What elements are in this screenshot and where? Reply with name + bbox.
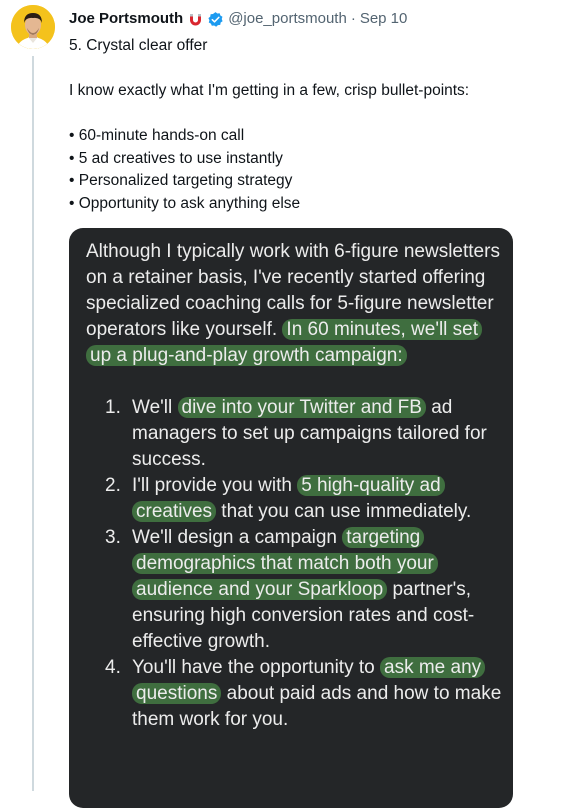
tweet-bullet: • Personalized targeting strategy bbox=[69, 172, 293, 189]
thread-connector-line bbox=[32, 56, 34, 791]
image-text-block: Although I typically work with 6-figure … bbox=[86, 239, 504, 733]
tweet-bullet: • Opportunity to ask anything else bbox=[69, 194, 301, 212]
tweet-bullet: • 60-minute hands-on call bbox=[69, 127, 245, 144]
list-number: 1. bbox=[105, 397, 121, 418]
attached-image[interactable]: Although I typically work with 6-figure … bbox=[69, 228, 513, 808]
tweet-date[interactable]: Sep 10 bbox=[360, 9, 408, 29]
item-text: that you can use immediately. bbox=[216, 501, 472, 522]
author-handle[interactable]: @joe_portsmouth bbox=[228, 9, 347, 29]
tweet-bullet: • 5 ad creatives to use instantly bbox=[69, 149, 283, 167]
image-numbered-list: 1. We'll dive into your Twitter and FB ad… bbox=[86, 395, 504, 733]
item-text: You'll have the opportunity to bbox=[132, 657, 380, 678]
tweet-text: 5. Crystal clear offer I know exactly wh… bbox=[69, 35, 549, 215]
tweet-heading: 5. Crystal clear offer bbox=[69, 37, 208, 54]
list-number: 4. bbox=[105, 657, 121, 678]
header-separator: · bbox=[350, 10, 356, 27]
list-item: 3. We'll design a campaign targeting demo… bbox=[86, 525, 504, 655]
list-number: 3. bbox=[105, 527, 121, 548]
item-text: We'll bbox=[132, 397, 178, 418]
author-name[interactable]: Joe Portsmouth bbox=[69, 9, 183, 29]
verified-badge-icon[interactable] bbox=[207, 11, 224, 28]
list-item: 4. You'll have the opportunity to ask me … bbox=[86, 655, 504, 733]
highlighted-text: dive into your Twitter and FB bbox=[177, 397, 426, 418]
list-item: 1. We'll dive into your Twitter and FB ad… bbox=[86, 395, 504, 473]
tweet-header: Joe Portsmouth @joe_portsmouth · Sep 10 bbox=[69, 9, 407, 29]
image-paragraph: Although I typically work with 6-figure … bbox=[86, 239, 504, 369]
magnet-icon bbox=[187, 11, 204, 28]
item-text: We'll design a campaign bbox=[132, 527, 343, 548]
item-text: I'll provide you with bbox=[132, 475, 298, 496]
avatar-portrait bbox=[11, 5, 55, 49]
avatar[interactable] bbox=[11, 5, 55, 49]
list-number: 2. bbox=[105, 475, 121, 496]
list-item: 2. I'll provide you with 5 high-quality a… bbox=[86, 473, 504, 525]
tweet-intro: I know exactly what I'm getting in a few… bbox=[69, 82, 470, 99]
